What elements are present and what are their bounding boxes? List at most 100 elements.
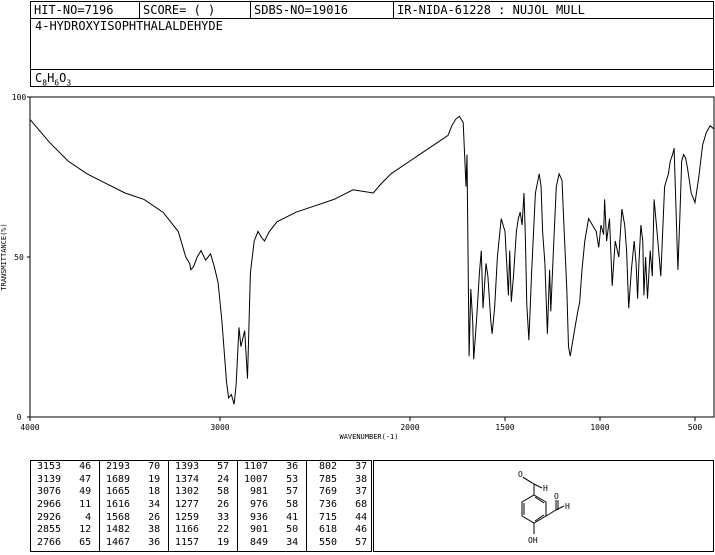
peak-transmittance: 57: [268, 486, 299, 498]
y-tick-label: 0: [17, 413, 22, 422]
x-tick-label: 1500: [495, 423, 514, 432]
peak-transmittance: 46: [61, 461, 92, 472]
peak-transmittance: 44: [337, 511, 368, 523]
peak-transmittance: 47: [61, 473, 92, 485]
peak-wavenumber: 1302: [175, 486, 200, 498]
x-tick-label: 2000: [400, 423, 419, 432]
peak-row: 2966 11: [31, 499, 99, 512]
peak-row: 976 58: [238, 499, 306, 512]
peak-transmittance: 38: [130, 524, 161, 536]
hit-number: HIT-NO=7196: [34, 3, 114, 17]
peak-transmittance: 19: [130, 473, 161, 485]
y-tick-label: 100: [12, 93, 27, 102]
ir-nida-number: IR-NIDA-61228 : NUJOL MULL: [397, 3, 585, 17]
structure-box: O H O H OH: [373, 460, 714, 552]
peak-table: 3153 46 3139 47 3076 49 2966 11 2926 4 2855 1…: [30, 460, 372, 552]
peak-wavenumber: 1277: [175, 499, 200, 511]
peak-transmittance: 58: [199, 486, 230, 498]
peak-row: 3153 46: [31, 461, 99, 474]
peak-wavenumber: 715: [313, 511, 338, 523]
peak-column: 1107 36 1007 53 981 57 976 58 936 41 901 …: [238, 461, 307, 551]
peak-row: 769 37: [307, 486, 373, 499]
peak-transmittance: 26: [130, 511, 161, 523]
peak-wavenumber: 1259: [175, 511, 200, 523]
peak-transmittance: 57: [199, 461, 230, 472]
peak-transmittance: 46: [337, 524, 368, 536]
peak-wavenumber: 1482: [106, 524, 131, 536]
peak-transmittance: 57: [337, 537, 368, 549]
benzene-ring: [521, 494, 547, 524]
peak-row: 736 68: [307, 499, 373, 512]
peak-wavenumber: 785: [313, 473, 338, 485]
peak-wavenumber: 1665: [106, 486, 131, 498]
peak-transmittance: 11: [61, 499, 92, 511]
peak-row: 1107 36: [238, 461, 306, 474]
peak-row: 1467 36: [100, 537, 168, 550]
peak-row: 802 37: [307, 461, 373, 474]
peak-wavenumber: 550: [313, 537, 338, 549]
peak-wavenumber: 1689: [106, 473, 131, 485]
peak-wavenumber: 1107: [244, 461, 269, 472]
peak-wavenumber: 618: [313, 524, 338, 536]
peak-row: 3139 47: [31, 474, 99, 487]
peak-row: 1568 26: [100, 512, 168, 525]
peak-row: 1665 18: [100, 486, 168, 499]
peak-transmittance: 24: [199, 473, 230, 485]
x-axis-label: WAVENUMBER(-1): [339, 433, 398, 441]
peak-transmittance: 34: [130, 499, 161, 511]
peak-wavenumber: 3153: [37, 461, 62, 472]
peak-row: 1482 38: [100, 524, 168, 537]
peak-transmittance: 33: [199, 511, 230, 523]
molecule-structure: O H O H OH: [518, 470, 570, 545]
peak-row: 849 34: [238, 537, 306, 550]
y-axis: 0 50 100: [12, 93, 30, 422]
peak-transmittance: 12: [61, 524, 92, 536]
ir-spectrum-chart: 4000 3000 2000 1500 1000 500 0 50 100 WAVENUMBE…: [0, 93, 715, 441]
peak-row: 3076 49: [31, 486, 99, 499]
peak-wavenumber: 2855: [37, 524, 62, 536]
compound-name-box: 4-HYDROXYISOPHTHALALDEHYDE: [30, 18, 714, 70]
peak-wavenumber: 901: [244, 524, 269, 536]
formula-count: 3: [66, 78, 72, 88]
x-tick-label: 3000: [210, 423, 229, 432]
peak-transmittance: 50: [268, 524, 299, 536]
peak-transmittance: 68: [337, 499, 368, 511]
peak-transmittance: 49: [61, 486, 92, 498]
header-bar: HIT-NO=7196 SCORE= ( ) SDBS-NO=19016 IR-…: [30, 1, 714, 19]
peak-row: 1689 19: [100, 474, 168, 487]
peak-transmittance: 70: [130, 461, 161, 472]
peak-row: 1259 33: [169, 512, 237, 525]
peak-wavenumber: 2766: [37, 537, 62, 549]
atom-label: OH: [528, 536, 538, 545]
peak-wavenumber: 769: [313, 486, 338, 498]
peak-wavenumber: 1374: [175, 473, 200, 485]
peak-row: 1277 26: [169, 499, 237, 512]
peak-transmittance: 26: [199, 499, 230, 511]
peak-wavenumber: 1568: [106, 511, 131, 523]
peak-column: 3153 46 3139 47 3076 49 2966 11 2926 4 2855 1…: [31, 461, 100, 551]
peak-transmittance: 18: [130, 486, 161, 498]
x-tick-label: 500: [688, 423, 703, 432]
peak-row: 550 57: [307, 537, 373, 550]
atom-label: O: [518, 470, 523, 479]
x-axis: 4000 3000 2000 1500 1000 500: [20, 417, 702, 432]
peak-wavenumber: 981: [244, 486, 269, 498]
peak-transmittance: 38: [337, 473, 368, 485]
peak-row: 1302 58: [169, 486, 237, 499]
peak-row: 2766 65: [31, 537, 99, 550]
atom-label: O: [554, 492, 559, 501]
x-tick-label: 4000: [20, 423, 39, 432]
peak-row: 2926 4: [31, 512, 99, 525]
x-tick-label: 1000: [590, 423, 609, 432]
peak-row: 1616 34: [100, 499, 168, 512]
y-axis-label: TRANSMITTANCE(%): [0, 223, 8, 290]
sdbs-number: SDBS-NO=19016: [254, 3, 348, 17]
peak-row: 1393 57: [169, 461, 237, 474]
peak-column: 802 37 785 38 769 37 736 68 715 44 618 4…: [307, 461, 373, 551]
peak-wavenumber: 3139: [37, 473, 62, 485]
peak-row: 901 50: [238, 524, 306, 537]
peak-wavenumber: 1166: [175, 524, 200, 536]
peak-wavenumber: 2966: [37, 499, 62, 511]
atom-label: H: [565, 502, 570, 511]
peak-row: 936 41: [238, 512, 306, 525]
